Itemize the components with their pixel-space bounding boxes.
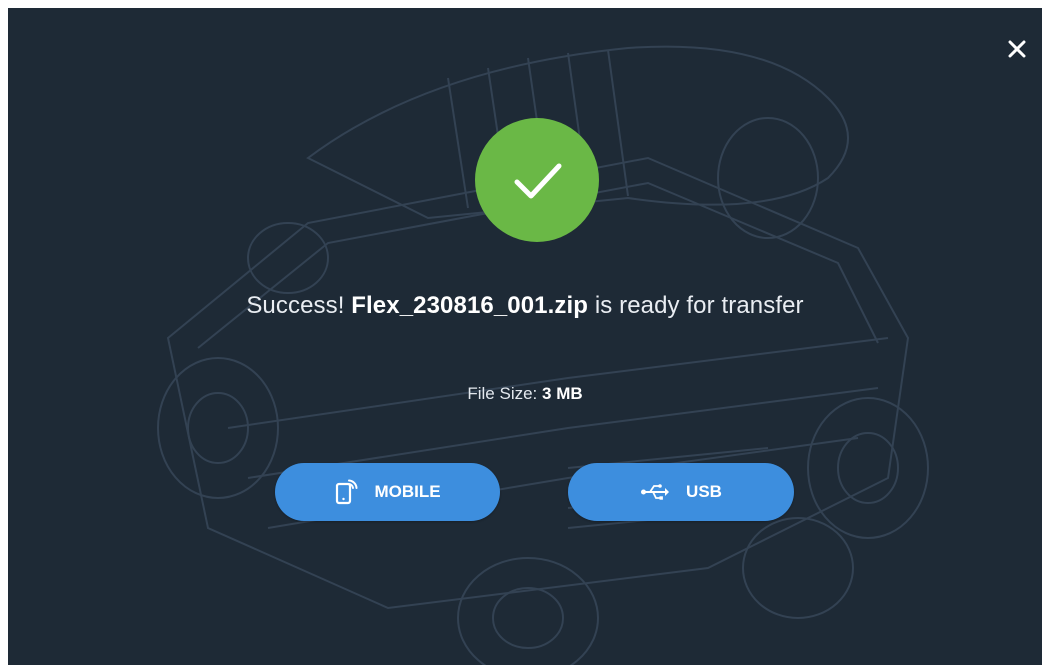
usb-transfer-button[interactable]: USB <box>568 463 794 521</box>
usb-button-label: USB <box>686 482 722 501</box>
file-name: Flex_230816_001.zip <box>351 292 589 319</box>
close-button[interactable] <box>1002 34 1032 64</box>
check-circle-icon <box>514 163 562 199</box>
mobile-wireless-icon <box>334 479 358 505</box>
file-size-value: 3 MB <box>542 384 583 403</box>
transfer-dialog: Success! Flex_230816_001.zip is ready fo… <box>8 8 1042 665</box>
file-size-label: File Size: <box>467 384 538 403</box>
success-message: Success! Flex_230816_001.zip is ready fo… <box>8 292 1042 320</box>
mobile-transfer-button[interactable]: MOBILE <box>275 463 500 521</box>
message-prefix: Success! <box>246 292 345 319</box>
close-icon <box>1008 40 1026 58</box>
robot-crawler-illustration <box>157 45 929 665</box>
success-indicator <box>475 118 599 242</box>
usb-icon <box>640 483 670 501</box>
file-size: File Size: 3 MB <box>8 384 1042 404</box>
mobile-button-label: MOBILE <box>374 482 441 501</box>
message-suffix: is ready for transfer <box>594 292 804 319</box>
